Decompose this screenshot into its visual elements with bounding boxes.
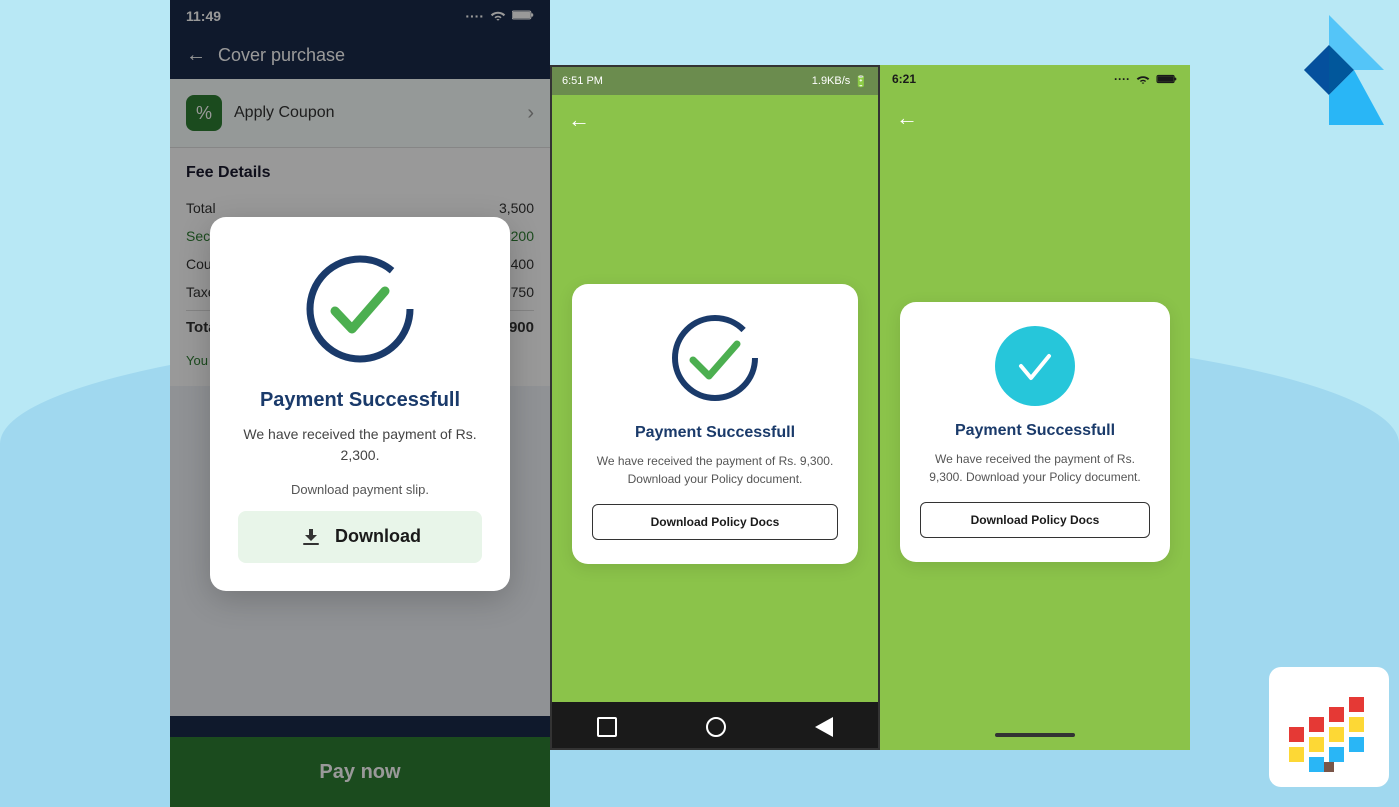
phone2-status-icons: 1.9KB/s 🔋	[812, 75, 868, 88]
phone3-time: 6:21	[892, 72, 916, 86]
modal-card: Payment Successfull We have received the…	[210, 217, 510, 591]
phone3: 6:21 ···· ← Payment Successfull We ha	[880, 65, 1190, 750]
phone3-battery-icon	[1156, 74, 1178, 84]
checkmark-svg	[1013, 344, 1057, 388]
modal-title: Payment Successfull	[260, 389, 460, 412]
phone2-download-policy-button[interactable]: Download Policy Docs	[592, 504, 838, 540]
phone2-status-bar: 6:51 PM 1.9KB/s 🔋	[552, 67, 878, 95]
phone3-card-title: Payment Successfull	[955, 422, 1115, 440]
payment-success-modal: Payment Successfull We have received the…	[170, 0, 550, 807]
phone2-nav-bar	[552, 702, 878, 750]
download-icon	[299, 525, 323, 549]
android-square-button[interactable]	[597, 717, 617, 737]
phone3-teal-check-icon	[995, 326, 1075, 406]
android-home-button[interactable]	[706, 717, 726, 737]
phone3-card: Payment Successfull We have received the…	[900, 302, 1170, 562]
modal-slip-text: Download payment slip.	[291, 482, 429, 497]
phone2-battery: 🔋	[854, 75, 868, 88]
phone2-body: Payment Successfull We have received the…	[552, 145, 878, 702]
phone2-card-desc: We have received the payment of Rs. 9,30…	[592, 452, 838, 488]
phone3-card-desc: We have received the payment of Rs. 9,30…	[920, 450, 1150, 486]
success-check-icon	[300, 249, 420, 369]
phone2-card: Payment Successfull We have received the…	[572, 284, 858, 564]
download-label: Download	[335, 526, 421, 547]
phones-container: 11:49 ···· ← Cover purchase %	[170, 0, 1190, 807]
phone3-header: ←	[880, 93, 1190, 143]
modal-description: We have received the payment of Rs. 2,30…	[238, 424, 482, 466]
flutter-logo	[1269, 10, 1389, 130]
phone2-card-title: Payment Successfull	[635, 424, 795, 442]
phone3-status-bar: 6:21 ····	[880, 65, 1190, 93]
phone3-status-icons: ····	[1114, 72, 1178, 86]
android-back-button[interactable]	[815, 717, 833, 737]
phone2-speed: 1.9KB/s	[812, 75, 851, 87]
phone2-back-button[interactable]: ←	[568, 107, 590, 133]
phone3-dots: ····	[1114, 72, 1130, 86]
download-button[interactable]: Download	[238, 511, 482, 563]
phone2-header: ←	[552, 95, 878, 145]
phone3-wifi-icon	[1136, 74, 1150, 84]
phone2: 6:51 PM 1.9KB/s 🔋 ← Payment Successfull …	[550, 65, 880, 750]
phone3-home-indicator	[880, 720, 1190, 750]
phone3-body: Payment Successfull We have received the…	[880, 143, 1190, 720]
phone1: 11:49 ···· ← Cover purchase %	[170, 0, 550, 807]
home-indicator-bar	[995, 733, 1075, 737]
phone2-time: 6:51 PM	[562, 75, 603, 87]
phone3-download-policy-button[interactable]: Download Policy Docs	[920, 502, 1150, 538]
tree-logo	[1269, 667, 1389, 787]
phone2-check-icon	[665, 308, 765, 408]
phone3-back-button[interactable]: ←	[896, 105, 918, 131]
